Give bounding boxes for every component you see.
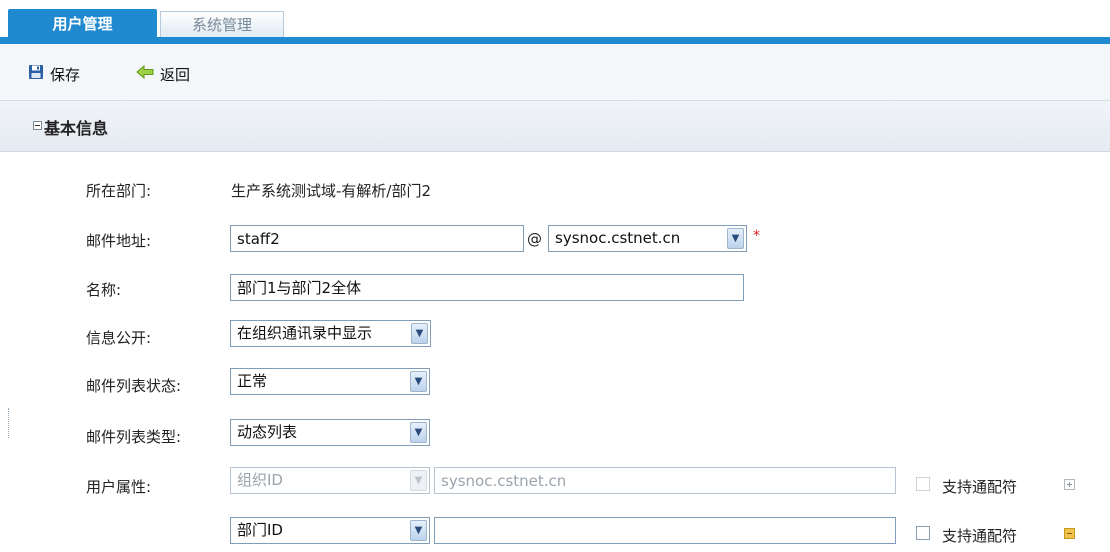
email-label: 邮件地址:	[86, 232, 152, 250]
back-button[interactable]: 返回	[136, 63, 190, 85]
resize-grip[interactable]	[8, 408, 12, 438]
plus-icon[interactable]	[1064, 479, 1075, 490]
tab-user-management[interactable]: 用户管理	[8, 9, 157, 39]
wildcard-checkbox-1	[916, 477, 930, 491]
user-attr-select-1: 组织ID ▼	[230, 467, 430, 494]
tab-bar-stripe	[0, 37, 1110, 44]
tab-system-management[interactable]: 系统管理	[160, 11, 284, 38]
user-attr-select-2[interactable]: 部门ID ▼	[230, 517, 430, 544]
minus-icon[interactable]	[1064, 528, 1075, 539]
save-button-label: 保存	[50, 65, 81, 84]
list-status-label: 邮件列表状态:	[86, 377, 182, 395]
required-asterisk: *	[753, 228, 760, 244]
visibility-label: 信息公开:	[86, 329, 152, 347]
visibility-select[interactable]: 在组织通讯录中显示 ▼	[230, 320, 431, 347]
list-status-select[interactable]: 正常 ▼	[230, 368, 430, 395]
toolbar: 保存 返回	[0, 44, 1110, 101]
user-attr-input-1	[434, 467, 896, 494]
user-attr-label: 用户属性:	[86, 478, 152, 496]
visibility-value: 在组织通讯录中显示	[237, 324, 373, 342]
list-status-value: 正常	[237, 372, 268, 390]
chevron-down-icon: ▼	[410, 371, 427, 392]
list-type-select[interactable]: 动态列表 ▼	[230, 419, 430, 446]
department-value: 生产系统测试域-有解析/部门2	[231, 182, 432, 200]
back-arrow-icon	[136, 64, 154, 83]
floppy-disk-icon	[28, 64, 44, 84]
chevron-down-icon: ▼	[410, 422, 427, 443]
list-type-label: 邮件列表类型:	[86, 428, 182, 446]
save-button[interactable]: 保存	[28, 63, 80, 85]
name-label: 名称:	[86, 281, 122, 299]
wildcard-label-1: 支持通配符	[942, 478, 1018, 496]
email-domain-value: sysnoc.cstnet.cn	[555, 229, 681, 247]
wildcard-label-2: 支持通配符	[942, 527, 1018, 545]
chevron-down-icon: ▼	[410, 520, 427, 541]
tab-bar: 用户管理 系统管理	[0, 0, 1110, 44]
chevron-down-icon: ▼	[410, 470, 427, 491]
back-button-label: 返回	[160, 65, 191, 84]
name-input[interactable]	[230, 274, 744, 301]
wildcard-checkbox-2[interactable]	[916, 526, 930, 540]
email-local-input[interactable]	[230, 225, 524, 252]
section-header-basic-info: 基本信息	[0, 101, 1110, 152]
section-title: 基本信息	[44, 119, 109, 138]
user-attr-value-2: 部门ID	[237, 521, 283, 539]
user-attr-value-1: 组织ID	[237, 471, 283, 489]
chevron-down-icon: ▼	[727, 228, 744, 249]
list-type-value: 动态列表	[237, 423, 298, 441]
email-at-sign: @	[527, 230, 542, 248]
user-attr-input-2[interactable]	[434, 517, 896, 544]
department-label: 所在部门:	[86, 182, 152, 200]
collapse-toggle-icon[interactable]	[33, 121, 42, 130]
chevron-down-icon: ▼	[411, 323, 428, 344]
email-domain-select[interactable]: sysnoc.cstnet.cn ▼	[548, 225, 747, 252]
